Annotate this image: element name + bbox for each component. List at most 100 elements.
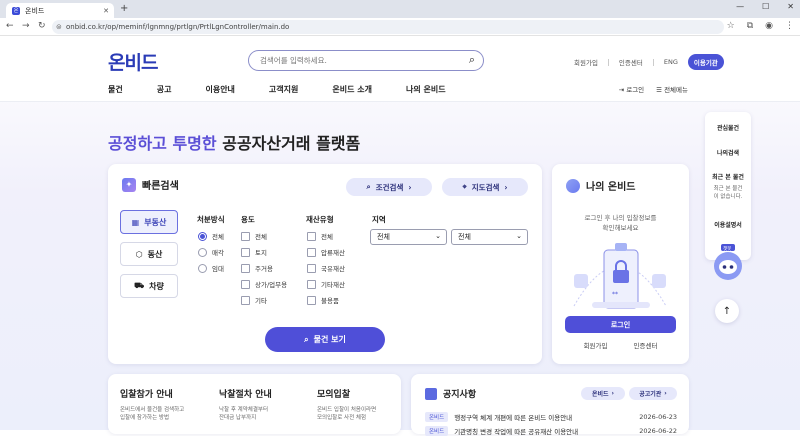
profile-icon[interactable]: ◉ [765,21,773,31]
reload-icon[interactable]: ↻ [38,21,46,31]
side-recent-heading[interactable]: 최근 본 물건 [705,172,751,181]
notice-text: 행정구역 체계 개편에 따른 온비드 이용안내 [454,414,573,422]
document-icon [425,387,437,400]
chevron-right-icon: › [664,390,667,397]
site-header: 온비드 검색어를 입력하세요. ⌕ 회원가입 인증센터 ENG 이용기관 물건 … [0,37,800,102]
nav-item-notice[interactable]: 공고 [157,84,172,95]
close-window-icon[interactable]: ✕ [787,2,794,11]
guide-desc: 온비드 입찰이 처음이라면 모의입찰로 사전 체험 [317,406,376,422]
hamburger-icon: ☰ [656,86,665,94]
minimize-icon[interactable]: — [736,2,744,11]
condition-search-button[interactable]: ⌕ 조건검색 › [346,178,432,196]
url-field[interactable]: ⊜ onbid.co.kr/op/meminf/lgnmng/prtlgn/Pr… [52,20,724,34]
guide-winning-procedure[interactable]: 낙찰절차 안내 낙찰 후 계약체결부터 잔대금 납부까지 [219,387,272,422]
cert-link[interactable]: 인증센터 [619,57,643,67]
search-icon: ⌕ [366,182,371,191]
guide-desc: 온비드에서 물건을 검색하고 입찰에 참가하는 방법 [120,406,184,422]
type-option-all[interactable]: 전체 [307,231,333,241]
guide-mock-bid[interactable]: 모의입찰 온비드 입찰이 처음이라면 모의입찰로 사전 체험 [317,387,376,422]
forward-icon[interactable]: → [22,21,30,31]
asset-vehicle-button[interactable]: ⛟ 차량 [120,274,178,298]
notice-onbid-button[interactable]: 온비드 › [581,387,625,400]
close-tab-icon[interactable]: ✕ [103,7,109,15]
select-value: 전체 [458,233,471,241]
notice-agency-button[interactable]: 공고기관 › [629,387,677,400]
site-info-icon[interactable]: ⊜ [56,23,62,31]
scroll-top-button[interactable]: ↑ [715,299,739,323]
asset-real-estate-button[interactable]: ▦ 부동산 [120,210,178,234]
extensions-icon[interactable]: ⧉ [747,21,753,31]
guide-card: 입찰참가 안내 온비드에서 물건을 검색하고 입찰에 참가하는 방법 낙찰절차 안… [108,374,401,434]
use-heading: 용도 [241,215,255,224]
search-icon[interactable]: ⌕ [469,53,475,67]
use-option-all[interactable]: 전체 [241,231,267,241]
type-option-disused[interactable]: 불용품 [307,295,339,305]
asset-movable-button[interactable]: ⬡ 동산 [120,242,178,266]
kebab-menu-icon[interactable]: ⋮ [785,21,794,31]
bookmark-star-icon[interactable]: ☆ [727,21,735,31]
method-option-all[interactable]: 전체 [198,231,224,241]
checkbox-icon [241,247,250,257]
nav-item-items[interactable]: 물건 [108,84,123,95]
option-label: 압류재산 [321,249,345,257]
notice-row[interactable]: 온비드 기관명칭 변경 작업에 따른 공유재산 이용안내 2026-06-22 [425,426,677,436]
type-option-other[interactable]: 기타재산 [307,279,345,289]
join-link[interactable]: 회원가입 [584,340,608,350]
box-icon: ⬡ [135,249,143,259]
hero-rest: 공공자산거래 플랫폼 [216,134,361,153]
checkbox-icon [307,295,316,305]
use-option-other[interactable]: 기타 [241,295,267,305]
radio-checked-icon [198,231,207,241]
side-recent-empty-2: 이 없습니다. [713,194,743,200]
side-recent-empty-1: 최근 본 물건 [713,186,743,192]
guide-desc-line: 낙찰 후 계약체결부터 [219,407,269,413]
nav-item-guide[interactable]: 이용안내 [205,84,234,95]
browser-tab[interactable]: 온 온비드 ✕ [6,3,114,18]
chatbot-icon[interactable]: 챗봇 [712,244,744,284]
guide-bid-participation[interactable]: 입찰참가 안내 온비드에서 물건을 검색하고 입찰에 참가하는 방법 [120,387,184,422]
type-option-state[interactable]: 국유재산 [307,263,345,273]
side-interest-link[interactable]: 관심물건 [705,123,751,132]
option-label: 전체 [255,233,267,241]
search-input[interactable]: 검색어를 입력하세요. ⌕ [248,50,484,71]
side-my-search-link[interactable]: 나의검색 [705,148,751,157]
view-items-button[interactable]: ⌕ 물건 보기 [265,327,385,352]
option-label: 매각 [212,249,224,257]
chevron-right-icon: › [504,182,508,192]
use-option-residential[interactable]: 주거용 [241,263,273,273]
use-option-commercial[interactable]: 상가/업무용 [241,279,287,289]
join-link[interactable]: 회원가입 [574,57,598,67]
region-select-1[interactable]: 전체 ⌄ [370,229,447,245]
guide-desc-line: 온비드 입찰이 처음이라면 [317,407,377,413]
new-tab-icon[interactable]: + [120,3,128,14]
user-icon [566,178,580,193]
lang-link[interactable]: ENG [664,58,678,66]
notice-row[interactable]: 온비드 행정구역 체계 개편에 따른 온비드 이용안내 2026-06-23 [425,412,677,422]
type-option-seized[interactable]: 압류재산 [307,247,345,257]
all-menu-link[interactable]: ☰ 전체메뉴 [656,84,688,94]
onbid-logo[interactable]: 온비드 [108,48,158,75]
login-label: 로그인 [626,86,645,94]
use-option-land[interactable]: 토지 [241,247,267,257]
method-option-lease[interactable]: 임대 [198,263,224,273]
maximize-icon[interactable]: ☐ [762,2,769,11]
nav-item-my-onbid[interactable]: 나의 온비드 [406,84,446,95]
notice-text: 기관명칭 변경 작업에 따른 공유재산 이용안내 [454,428,579,436]
checkbox-icon [241,263,250,273]
nav-item-about[interactable]: 온비드 소개 [332,84,372,95]
side-guide-link[interactable]: 이용설명서 [705,220,751,229]
method-option-sale[interactable]: 매각 [198,247,224,257]
region-select-2[interactable]: 전체 ⌄ [451,229,528,245]
agency-button[interactable]: 이용기관 [687,54,724,70]
nav-item-support[interactable]: 고객지원 [269,84,298,95]
back-icon[interactable]: ← [6,21,14,31]
my-onbid-card: 나의 온비드 로그인 후 나의 입찰정보를 확인해보세요 ** 로그인 회원가입… [552,164,689,364]
login-link[interactable]: ⇥ 로그인 [619,84,644,94]
map-search-button[interactable]: ⌖ 지도검색 › [442,178,528,196]
notice-date: 2026-06-22 [639,427,677,435]
my-login-button[interactable]: 로그인 [565,316,676,333]
cert-link[interactable]: 인증센터 [634,340,658,350]
notice-title: 공지사항 [425,387,476,400]
search-icon: ⌕ [304,334,309,344]
option-label: 기타 [255,297,267,305]
